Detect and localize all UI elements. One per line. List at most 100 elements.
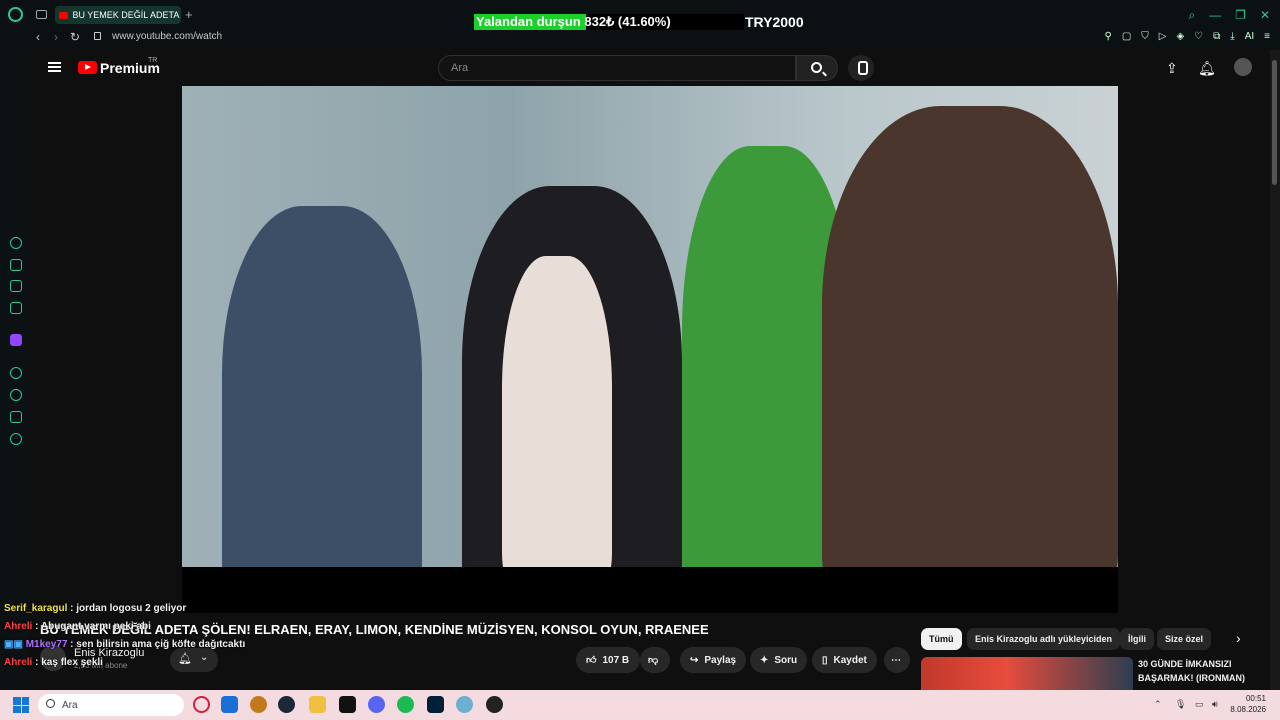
chat-message: Ahreli : Abugant varmı peki abi [4,621,151,632]
donation-goal-text: Yalandan durşun 832₺ (41.60%) [476,14,671,29]
forward-button[interactable]: › [54,30,58,44]
upload-icon[interactable]: ⇪ [1166,60,1178,77]
photoshop-taskbar-icon[interactable] [427,696,444,713]
video-player[interactable] [182,86,1118,613]
share-button[interactable]: ↪ Paylaş [680,647,747,673]
pinboard-icon[interactable] [10,280,22,292]
new-tab-button[interactable]: + [185,7,193,22]
twitch-icon[interactable] [10,334,22,346]
app-taskbar-icon[interactable] [456,696,473,713]
chat-text: Abugant varmı peki abi [40,621,151,632]
taskbar-search-placeholder: Ara [62,699,78,711]
chip-all[interactable]: Tümü [921,628,962,650]
menu-icon[interactable]: ≡ [1264,31,1270,42]
lock-icon[interactable] [94,32,101,40]
app-taskbar-icon[interactable] [250,696,267,713]
like-count: 107 B [602,654,630,666]
youtube-favicon-icon [59,11,69,19]
more-icon: ⋯ [891,654,901,666]
hamburger-menu-icon[interactable] [48,62,61,72]
chevron-right-icon[interactable]: › [1236,630,1241,646]
maximize-icon[interactable]: ❐ [1235,8,1246,23]
heart-icon[interactable]: ♡ [1194,31,1203,42]
address-bar[interactable]: www.youtube.com/watch [112,31,222,42]
player-icon[interactable]: ▷ [1159,31,1167,42]
search-input[interactable] [451,62,795,74]
stream-chat-overlay: Serif_karagul : jordan logosu 2 geliyor … [4,600,374,672]
video-person [822,106,1118,606]
youtube-logo-icon[interactable] [78,61,97,74]
avatar[interactable] [1234,58,1252,76]
chat-badge-icon: ▣▣ [4,639,23,650]
search-button[interactable] [796,55,838,81]
snapshot-icon[interactable]: ▢ [1122,31,1131,42]
recommended-video-title[interactable]: 30 GÜNDE İMKANSIZI BAŞARMAK! (IRONMAN) [1138,657,1245,685]
opera-logo-icon[interactable] [8,7,23,22]
dislike-button[interactable]: 👎︎ [640,647,670,673]
store-taskbar-icon[interactable] [221,696,238,713]
extensions-sidebar-icon[interactable] [10,411,22,423]
microphone-icon[interactable]: 🎙︎ [1175,699,1186,710]
back-button[interactable]: ‹ [36,30,40,44]
share-label: Paylaş [704,654,737,666]
taskbar-search[interactable]: Ara [38,694,184,716]
app-taskbar-icon[interactable] [486,696,503,713]
wallet-icon[interactable]: ◈ [1176,31,1184,42]
chip-for-you[interactable]: Size özel [1157,628,1212,650]
crypto-icon[interactable] [10,259,22,271]
terminal-taskbar-icon[interactable] [339,696,356,713]
more-actions-button[interactable]: ⋯ [884,647,910,673]
chat-text: sen bilirsin ama çiğ köfte dağıtcaktı [76,639,246,650]
bookmark-icon: ▯ [822,654,828,666]
donation-goal-target: TRY2000 [745,14,804,30]
close-icon[interactable]: ✕ [1260,8,1270,23]
chat-username: Ahreli [4,657,33,668]
thumbs-up-icon: 👍︎ [586,655,597,666]
chat-message: ▣▣ M1key77 : sen bilirsin ama çiğ köfte … [4,639,246,650]
volume-icon[interactable]: 🔊︎ [1212,699,1218,710]
opera-taskbar-icon[interactable] [193,696,210,713]
player-sidebar-icon[interactable] [10,367,22,379]
discord-taskbar-icon[interactable] [368,696,385,713]
like-button[interactable]: 👍︎ 107 B [576,647,640,673]
ai-icon[interactable]: AI [1245,31,1254,42]
pin-icon[interactable]: ⚲ [1104,31,1111,42]
notifications-bell-icon[interactable]: 🔔︎ [1198,60,1216,77]
download-icon[interactable]: ⤓ [1230,31,1234,42]
windows-start-icon[interactable] [13,697,29,713]
ask-button[interactable]: ✦ Soru [750,647,808,673]
steam-taskbar-icon[interactable] [278,696,295,713]
messenger-icon[interactable] [10,302,22,314]
extension-icons: ⚲ ▢ ⛉ ▷ ◈ ♡ ⧉ ⤓ AI ≡ [1104,31,1270,42]
tray-overflow-icon[interactable]: ⌃ [1154,699,1162,710]
aria-icon[interactable] [10,237,22,249]
history-icon[interactable] [10,389,22,401]
settings-icon[interactable] [10,433,22,445]
tab-title: BU YEMEK DEĞİL ADETA Ş [72,10,181,20]
extensions-icon[interactable]: ⧉ [1213,31,1220,42]
shield-icon[interactable]: ⛉ [1141,31,1149,42]
spotify-taskbar-icon[interactable] [397,696,414,713]
sparkle-icon: ✦ [760,654,769,666]
chip-related[interactable]: İlgili [1120,628,1154,650]
scrollbar-thumb[interactable] [1272,60,1277,185]
search-tabs-icon[interactable]: ⌕ [1188,8,1195,23]
ask-label: Soru [774,654,798,666]
reload-button[interactable]: ↻ [70,30,80,44]
search-icon [811,62,822,73]
chat-text: kaş flex şekli [41,657,103,668]
file-explorer-taskbar-icon[interactable] [309,696,326,713]
recommended-video-thumbnail[interactable] [921,657,1133,690]
search-field [438,55,796,81]
tab-islands-icon[interactable] [36,10,47,19]
save-button[interactable]: ▯ Kaydet [812,647,877,673]
opera-sidebar [0,50,30,690]
browser-tab-active[interactable]: BU YEMEK DEĞİL ADETA Ş [55,6,181,24]
minimize-icon[interactable]: — [1209,8,1221,23]
chip-uploader[interactable]: Enis Kirazoglu adlı yükleyiciden [967,628,1121,650]
taskbar-clock[interactable]: 00:51 8.08.2026 [1230,693,1266,715]
voice-search-icon[interactable] [848,55,874,81]
page-scrollbar[interactable] [1270,50,1280,690]
network-icon[interactable]: ▭ [1195,699,1204,710]
chat-message: Ahreli : kaş flex şekli [4,657,103,668]
